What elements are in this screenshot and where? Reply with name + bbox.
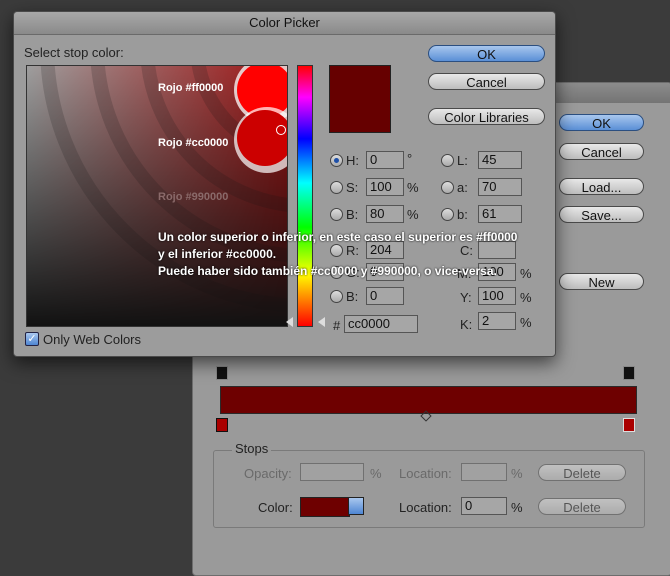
s-label: S: xyxy=(346,180,359,195)
radio-s[interactable] xyxy=(330,181,343,194)
b-unit: % xyxy=(407,207,419,222)
opacity-location-label: Location: xyxy=(399,466,452,481)
color-location-field[interactable]: 0 xyxy=(461,497,507,515)
h-field[interactable]: 0 xyxy=(366,151,404,169)
h-unit: ° xyxy=(407,151,413,166)
hue-slider[interactable] xyxy=(297,65,313,327)
y-unit: % xyxy=(520,290,532,305)
h-label: H: xyxy=(346,153,359,168)
radio-blue[interactable] xyxy=(330,290,343,303)
radio-a[interactable] xyxy=(441,181,454,194)
opacity-field[interactable] xyxy=(300,463,364,481)
y-field[interactable]: 100 xyxy=(478,287,516,305)
radio-lab-b[interactable] xyxy=(441,208,454,221)
hue-slider-arrow-icon[interactable] xyxy=(318,317,325,327)
opacity-percent: % xyxy=(370,466,382,481)
editor-load-button[interactable]: Load... xyxy=(559,178,644,195)
field-slider-left-arrow-icon xyxy=(286,317,293,327)
opacity-location-field[interactable] xyxy=(461,463,507,481)
s-unit: % xyxy=(407,180,419,195)
a-field[interactable]: 70 xyxy=(478,178,522,196)
picker-ok-button[interactable]: OK xyxy=(428,45,545,62)
color-stop-right[interactable] xyxy=(623,418,635,432)
annotation-rojo-ff0000: Rojo #ff0000 xyxy=(158,82,224,94)
editor-ok-button[interactable]: OK xyxy=(559,114,644,131)
blue-field[interactable]: 0 xyxy=(366,287,404,305)
opacity-stop-left[interactable] xyxy=(216,366,228,380)
b-label: B: xyxy=(346,207,359,222)
only-web-colors-checkbox[interactable]: ✓ xyxy=(25,332,39,346)
c-label: C: xyxy=(460,243,473,258)
picker-cancel-button[interactable]: Cancel xyxy=(428,73,545,90)
lab-b-field[interactable]: 61 xyxy=(478,205,522,223)
saturation-brightness-field[interactable]: Rojo #ff0000 Rojo #cc0000 Rojo #990000 xyxy=(26,65,288,327)
only-web-colors-label: Only Web Colors xyxy=(43,332,142,347)
editor-save-button[interactable]: Save... xyxy=(559,206,644,223)
annotation-line-3: Puede haber sido también #cc0000 y #9900… xyxy=(158,264,497,278)
radio-l[interactable] xyxy=(441,154,454,167)
opacity-location-percent: % xyxy=(511,466,523,481)
s-field[interactable]: 100 xyxy=(366,178,404,196)
stops-group xyxy=(213,450,645,528)
m-unit: % xyxy=(520,266,532,281)
new-color-swatch xyxy=(329,65,391,133)
stop-color-swatch[interactable] xyxy=(300,497,350,517)
stops-label: Stops xyxy=(232,441,272,456)
radio-r[interactable] xyxy=(330,244,343,257)
select-stop-color-label: Select stop color: xyxy=(24,45,124,60)
sample-cc0000 xyxy=(237,110,287,166)
r-label: R: xyxy=(346,243,359,258)
annotation-line-2: y el inferior #cc0000. xyxy=(158,247,277,261)
gradient-bar[interactable] xyxy=(220,386,637,414)
a-label: a: xyxy=(457,180,468,195)
editor-new-button[interactable]: New xyxy=(559,273,644,290)
opacity-label: Opacity: xyxy=(244,466,292,481)
color-picker-title: Color Picker xyxy=(14,12,555,35)
k-field[interactable]: 2 xyxy=(478,312,516,330)
color-picker-dialog: Color Picker Select stop color: Rojo #ff… xyxy=(13,11,556,357)
radio-h[interactable] xyxy=(330,154,343,167)
l-label: L: xyxy=(457,153,468,168)
color-menu-arrow-icon[interactable] xyxy=(348,497,364,515)
opacity-delete-button[interactable]: Delete xyxy=(538,464,626,481)
l-field[interactable]: 45 xyxy=(478,151,522,169)
annotation-rojo-990000: Rojo #990000 xyxy=(158,191,229,203)
k-unit: % xyxy=(520,315,532,330)
annotation-rojo-cc0000: Rojo #cc0000 xyxy=(158,137,229,149)
color-location-percent: % xyxy=(511,500,523,515)
color-label: Color: xyxy=(258,500,293,515)
color-delete-button[interactable]: Delete xyxy=(538,498,626,515)
color-libraries-button[interactable]: Color Libraries xyxy=(428,108,545,125)
editor-cancel-button[interactable]: Cancel xyxy=(559,143,644,160)
y-label: Y: xyxy=(460,290,472,305)
hex-label: # xyxy=(333,318,341,333)
lab-b-label: b: xyxy=(457,207,468,222)
blue-label: B: xyxy=(346,289,359,304)
hex-field[interactable]: cc0000 xyxy=(344,315,418,333)
radio-b[interactable] xyxy=(330,208,343,221)
b-field[interactable]: 80 xyxy=(366,205,404,223)
color-stop-left[interactable] xyxy=(216,418,228,432)
annotation-line-1: Un color superior o inferior, en este ca… xyxy=(158,230,518,244)
k-label: K: xyxy=(460,317,473,332)
color-location-label: Location: xyxy=(399,500,452,515)
opacity-stop-right[interactable] xyxy=(623,366,635,380)
color-selector-ring-icon[interactable] xyxy=(276,125,286,135)
